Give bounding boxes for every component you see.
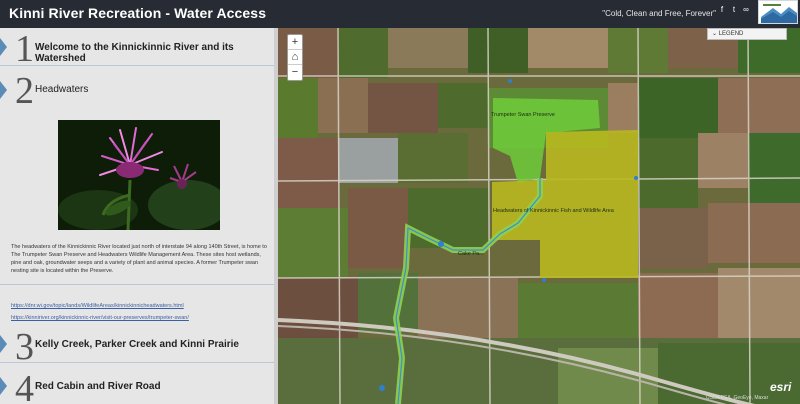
zoom-in-button[interactable]: + (288, 35, 302, 50)
zoom-controls: + ⌂ − (287, 34, 303, 81)
app-title: Kinni River Recreation - Water Access (9, 5, 267, 21)
kinni-logo[interactable] (758, 0, 798, 24)
story-sidebar: 1 Welcome to the Kinnickinnic River and … (0, 28, 278, 404)
map-attribution: USDA FSA, GeoEye, Maxar (706, 395, 769, 401)
trumpeter-swan-link[interactable]: https://kinniriver.org/kinnickinnic-rive… (11, 315, 189, 321)
bee-balm-photo (58, 120, 220, 230)
section-body: The headwaters of the Kinnickinnic River… (11, 244, 267, 274)
section-indicator-icon (0, 81, 7, 99)
section-4[interactable]: 4 Red Cabin and River Road (0, 365, 278, 404)
twitter-icon[interactable]: t (730, 6, 738, 14)
section-number: 3 (15, 326, 34, 368)
section-title: Red Cabin and River Road (35, 381, 161, 392)
section-number: 2 (15, 70, 34, 112)
zoom-out-button[interactable]: − (288, 65, 302, 80)
home-button[interactable]: ⌂ (288, 50, 302, 65)
tagline: "Cold, Clean and Free, Forever" (602, 9, 716, 18)
section-title: Kelly Creek, Parker Creek and Kinni Prai… (35, 339, 239, 350)
esri-logo: esri (770, 380, 792, 394)
chevron-down-icon: ⌄ (712, 31, 718, 37)
wildlife-area-label: Headwaters of Kinnickinnic Fish and Wild… (493, 208, 614, 214)
lake-label: Cake Pa... (458, 251, 484, 257)
app-header: Kinni River Recreation - Water Access "C… (0, 0, 800, 28)
section-indicator-icon (0, 335, 7, 353)
legend-toggle[interactable]: ⌄ LEGEND (707, 28, 787, 40)
facebook-icon[interactable]: f (718, 6, 726, 14)
section-indicator-icon (0, 377, 7, 395)
swan-preserve-label: Trumpeter Swan Preserve (491, 112, 555, 118)
satellite-map[interactable]: Trumpeter Swan Preserve Headwaters of Ki… (278, 28, 800, 404)
section-number: 4 (15, 368, 34, 404)
section-3[interactable]: 3 Kelly Creek, Parker Creek and Kinni Pr… (0, 323, 278, 368)
section-title: Headwaters (35, 84, 89, 95)
legend-label: LEGEND (718, 31, 744, 37)
link-icon[interactable]: ∞ (742, 6, 750, 14)
social-links: f t ∞ (718, 6, 750, 14)
dnr-link[interactable]: https://dnr.wi.gov/topic/lands/WildlifeA… (11, 303, 184, 309)
section-2[interactable]: 2 Headwaters The headwaters of the Kinni… (0, 28, 278, 321)
